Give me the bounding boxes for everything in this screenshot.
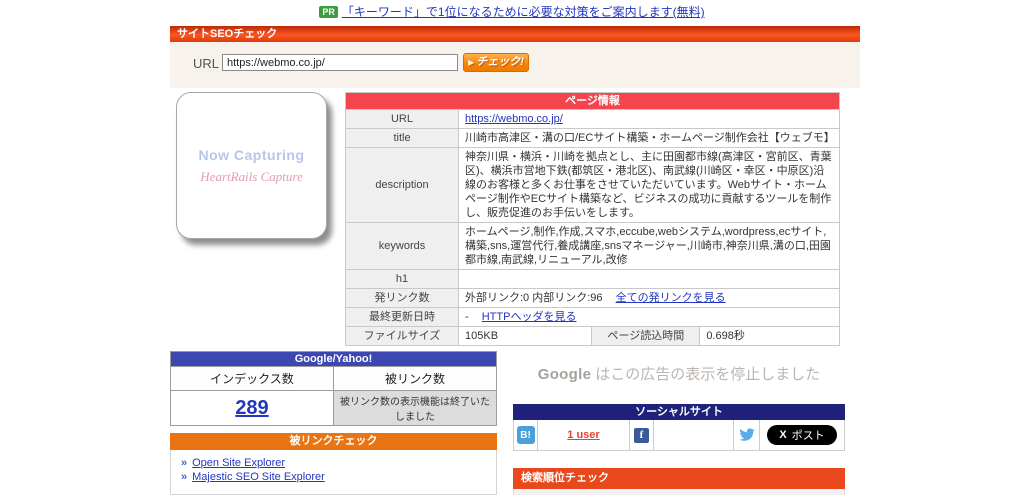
page-title: サイトSEOチェック: [170, 26, 860, 42]
capture-status-text: Now Capturing: [198, 147, 304, 163]
url-label: URL: [193, 56, 219, 71]
site-capture-thumbnail[interactable]: Now Capturing HeartRails Capture: [176, 92, 327, 239]
arrow-bullet-icon: »: [181, 457, 187, 469]
pr-ad-link[interactable]: 「キーワード」で1位になるために必要な対策をご案内します(無料): [342, 5, 705, 19]
hatena-user-count-link[interactable]: 1 user: [567, 429, 599, 441]
x-logo-icon: X: [779, 429, 786, 441]
play-arrow-icon: ▶: [468, 58, 474, 67]
backlink-discontinued-note: 被リンク数の表示機能は終了いたしました: [334, 391, 497, 426]
backlink-check-links: » Open Site Explorer » Majestic SEO Site E…: [170, 450, 497, 495]
table-header-row: Google/Yahoo!: [171, 352, 497, 367]
pr-bar: PR 「キーワード」で1位になるために必要な対策をご案内します(無料): [0, 3, 1024, 20]
rank-check-body: [513, 489, 845, 495]
browser-page: PR 「キーワード」で1位になるために必要な対策をご案内します(無料) サイトSE…: [0, 0, 1024, 495]
facebook-cell: f: [630, 420, 654, 450]
table-row: 289 被リンク数の表示機能は終了いたしました: [171, 391, 497, 426]
hatena-cell: B!: [514, 420, 538, 450]
open-site-explorer-link[interactable]: Open Site Explorer: [192, 457, 285, 469]
last-modified-value: -: [465, 311, 469, 323]
rank-check-title: 検索順位チェック: [513, 468, 845, 489]
page-h1-value: [459, 270, 840, 289]
outlinks-counts: 外部リンク:0 内部リンク:96: [465, 292, 603, 304]
facebook-count-cell: [654, 420, 734, 450]
x-post-label: ポスト: [792, 427, 825, 443]
table-row: title 川崎市高津区・溝の口/ECサイト構築・ホームページ制作会社【ウェブモ…: [346, 129, 840, 148]
row-label: ファイルサイズ: [346, 327, 459, 346]
table-row: URL https://webmo.co.jp/: [346, 110, 840, 129]
list-item: » Majestic SEO Site Explorer: [181, 471, 486, 483]
table-row: keywords ホームページ,制作,作成,スマホ,eccube,webシステム…: [346, 223, 840, 270]
filesize-value: 105KB: [459, 327, 592, 346]
page-title-value: 川崎市高津区・溝の口/ECサイト構築・ホームページ制作会社【ウェブモ】: [459, 129, 840, 148]
page-description-value: 神奈川県・横浜・川崎を拠点とし、主に田園都市線(高津区・宮前区、青葉区)、横浜市…: [459, 148, 840, 223]
url-input[interactable]: [222, 54, 458, 71]
page-info-table: ページ情報 URL https://webmo.co.jp/ title 川崎市…: [345, 92, 840, 346]
google-logo-text: Google: [538, 366, 591, 383]
url-form: URL ▶チェック!: [170, 42, 860, 88]
index-count-header: インデックス数: [171, 367, 334, 391]
pr-badge: PR: [319, 6, 338, 18]
x-post-button[interactable]: X ポスト: [767, 425, 836, 445]
arrow-bullet-icon: »: [181, 471, 187, 483]
ad-stopped-text: はこの広告の表示を停止しました: [595, 366, 820, 383]
page-keywords-value: ホームページ,制作,作成,スマホ,eccube,webシステム,wordpres…: [459, 223, 840, 270]
row-label: keywords: [346, 223, 459, 270]
page-info-title: ページ情報: [346, 93, 840, 110]
row-label: title: [346, 129, 459, 148]
row-label: description: [346, 148, 459, 223]
row-label: ページ読込時間: [592, 327, 700, 346]
list-item: » Open Site Explorer: [181, 457, 486, 469]
google-yahoo-title: Google/Yahoo!: [171, 352, 497, 367]
row-label: URL: [346, 110, 459, 129]
loadtime-value: 0.698秒: [700, 327, 840, 346]
all-outlinks-link[interactable]: 全ての発リンクを見る: [616, 292, 726, 304]
twitter-cell: [734, 420, 760, 450]
social-sites-title: ソーシャルサイト: [513, 404, 845, 420]
social-sites-row: B! 1 user f X ポスト: [513, 420, 845, 451]
row-label: h1: [346, 270, 459, 289]
check-button-label: チェック!: [476, 56, 524, 68]
google-yahoo-table: Google/Yahoo! インデックス数 被リンク数 289 被リンク数の表示…: [170, 351, 497, 426]
table-row: description 神奈川県・横浜・川崎を拠点とし、主に田園都市線(高津区・…: [346, 148, 840, 223]
index-count-link[interactable]: 289: [235, 397, 268, 419]
hatena-count-cell: 1 user: [538, 420, 630, 450]
http-header-link[interactable]: HTTPヘッダを見る: [482, 311, 577, 323]
majestic-seo-link[interactable]: Majestic SEO Site Explorer: [192, 471, 325, 483]
x-post-cell: X ポスト: [760, 420, 844, 450]
table-row: インデックス数 被リンク数: [171, 367, 497, 391]
facebook-icon[interactable]: f: [634, 428, 649, 443]
ad-stopped-notice: Googleはこの広告の表示を停止しました: [513, 363, 845, 384]
check-button[interactable]: ▶チェック!: [463, 53, 529, 72]
row-label: 最終更新日時: [346, 308, 459, 327]
table-row: h1: [346, 270, 840, 289]
hatena-bookmark-icon[interactable]: B!: [517, 426, 535, 444]
table-row: 最終更新日時 - HTTPヘッダを見る: [346, 308, 840, 327]
twitter-bird-icon[interactable]: [739, 428, 755, 442]
backlink-check-title: 被リンクチェック: [170, 433, 497, 450]
table-row: 発リンク数 外部リンク:0 内部リンク:96 全ての発リンクを見る: [346, 289, 840, 308]
page-url-link[interactable]: https://webmo.co.jp/: [465, 113, 563, 125]
table-row: ファイルサイズ 105KB ページ読込時間 0.698秒: [346, 327, 840, 346]
backlink-count-header: 被リンク数: [334, 367, 497, 391]
capture-service-name: HeartRails Capture: [200, 169, 302, 185]
row-label: 発リンク数: [346, 289, 459, 308]
table-header-row: ページ情報: [346, 93, 840, 110]
